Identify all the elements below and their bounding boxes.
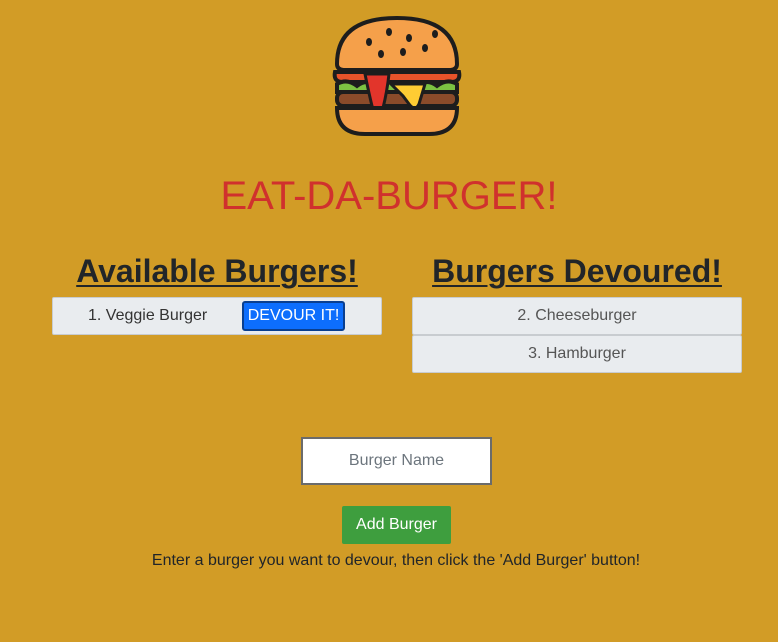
available-burgers-heading: Available Burgers! (76, 253, 358, 289)
devour-button[interactable]: DEVOUR IT! (242, 301, 345, 331)
burger-name-input[interactable] (301, 437, 492, 485)
instructions-text: Enter a burger you want to devour, then … (151, 552, 641, 569)
devoured-burger-item: 2. Cheeseburger (412, 297, 742, 335)
available-burger-item: 1. Veggie Burger DEVOUR IT! (52, 297, 382, 335)
page-title: EAT-DA-BURGER! (220, 174, 558, 218)
available-burger-label: 1. Veggie Burger (88, 307, 208, 324)
devoured-burger-item: 3. Hamburger (412, 335, 742, 373)
burger-icon (332, 15, 462, 136)
devoured-burgers-heading: Burgers Devoured! (432, 253, 722, 289)
add-burger-button[interactable]: Add Burger (342, 506, 451, 544)
